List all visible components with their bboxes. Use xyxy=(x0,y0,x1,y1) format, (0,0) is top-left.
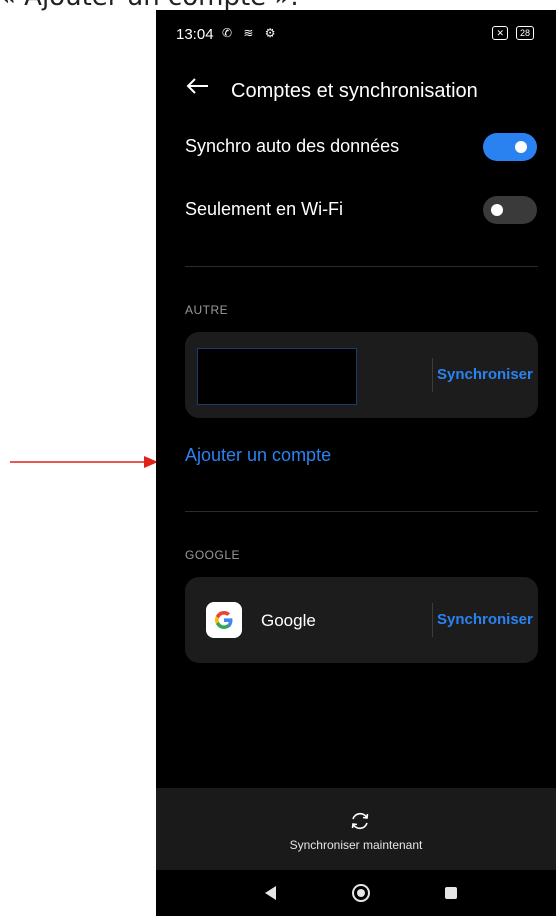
annotation-arrow-icon xyxy=(10,456,158,468)
nav-recents-icon[interactable] xyxy=(440,882,462,904)
app-bar: Comptes et synchronisation xyxy=(156,58,556,120)
battery-icon: 28 xyxy=(515,26,534,40)
system-nav-bar xyxy=(156,870,556,916)
account-card-google[interactable]: Google Synchroniser xyxy=(185,577,538,663)
back-arrow-icon[interactable] xyxy=(184,72,212,100)
google-logo-icon xyxy=(206,602,242,638)
bottom-action-bar: Synchroniser maintenant xyxy=(156,788,556,870)
section-label-google: GOOGLE xyxy=(185,548,241,562)
status-right-icons: ✕ 28 xyxy=(492,26,534,40)
phone-screen: 13:04 ✆ ≋ ⚙ ✕ 28 Comptes et synchronisat… xyxy=(156,10,556,916)
setting-auto-sync-label: Synchro auto des données xyxy=(185,136,400,156)
sync-now-label: Synchroniser maintenant xyxy=(289,838,423,852)
account-card-other[interactable]: Synchroniser xyxy=(185,332,538,418)
card-separator xyxy=(432,603,433,637)
sync-now-button[interactable]: Synchroniser maintenant xyxy=(156,788,556,870)
status-notification-icons: ✆ ≋ ⚙ xyxy=(222,26,280,40)
toggle-knob xyxy=(491,204,503,216)
card-separator xyxy=(432,358,433,392)
add-account-link[interactable]: Ajouter un compte xyxy=(185,445,331,466)
page-title: Comptes et synchronisation xyxy=(231,80,478,102)
status-bar: 13:04 ✆ ≋ ⚙ ✕ 28 xyxy=(156,10,556,58)
nav-home-icon[interactable] xyxy=(350,882,372,904)
wifi-only-toggle[interactable] xyxy=(483,196,537,224)
sync-button-other[interactable]: Synchroniser xyxy=(437,366,533,383)
setting-auto-sync[interactable]: Synchro auto des données xyxy=(185,124,540,170)
setting-wifi-only[interactable]: Seulement en Wi-Fi xyxy=(185,187,540,233)
sim-off-icon: ✕ xyxy=(492,26,508,40)
status-time: 13:04 xyxy=(176,26,214,43)
google-account-name: Google xyxy=(261,611,316,630)
setting-wifi-only-label: Seulement en Wi-Fi xyxy=(185,199,344,219)
section-label-other: AUTRE xyxy=(185,303,229,317)
sync-button-google[interactable]: Synchroniser xyxy=(437,611,533,628)
divider xyxy=(185,511,538,512)
redacted-account-name xyxy=(197,348,357,405)
auto-sync-toggle[interactable] xyxy=(483,133,537,161)
sync-icon xyxy=(351,812,369,830)
nav-back-icon[interactable] xyxy=(260,882,282,904)
divider xyxy=(185,266,538,267)
toggle-knob xyxy=(515,141,527,153)
